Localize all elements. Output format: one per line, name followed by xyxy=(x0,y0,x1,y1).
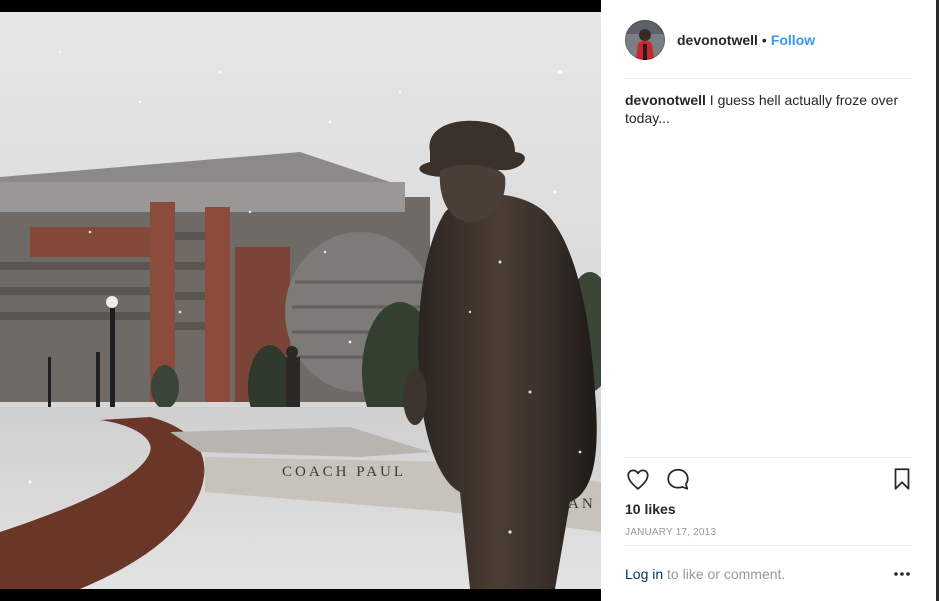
post-header: devonotwell • Follow xyxy=(601,0,936,79)
more-options-icon[interactable] xyxy=(892,563,912,583)
post-photo[interactable]: COACH PAUL AN xyxy=(0,12,601,589)
heart-icon[interactable] xyxy=(625,466,653,494)
stadium-statue-photo: COACH PAUL AN xyxy=(0,12,601,589)
login-link[interactable]: Log in xyxy=(625,566,663,582)
photo-letterbox-top xyxy=(0,0,601,12)
likes-count[interactable]: 10 likes xyxy=(625,501,676,517)
bookmark-icon[interactable] xyxy=(889,466,917,494)
follow-separator: • xyxy=(761,31,767,48)
photo-letterbox-bottom xyxy=(0,589,601,601)
post-date[interactable]: JANUARY 17, 2013 xyxy=(625,527,716,538)
comment-icon[interactable] xyxy=(665,466,693,494)
post-actions xyxy=(625,466,916,496)
login-prompt: Log in to like or comment. xyxy=(625,566,912,582)
footer-divider xyxy=(625,545,912,546)
author-username[interactable]: devonotwell xyxy=(677,32,758,48)
post-side-panel: devonotwell • Follow devonotwell I guess… xyxy=(601,0,939,601)
engraving-text: COACH PAUL xyxy=(282,464,406,480)
actions-divider xyxy=(625,457,912,458)
follow-button[interactable]: Follow xyxy=(771,32,815,48)
caption-username[interactable]: devonotwell xyxy=(625,92,706,108)
avatar[interactable] xyxy=(625,19,665,60)
login-prompt-text: to like or comment. xyxy=(663,566,786,582)
post-caption: devonotwell I guess hell actually froze … xyxy=(625,91,912,127)
header-divider xyxy=(625,78,912,79)
